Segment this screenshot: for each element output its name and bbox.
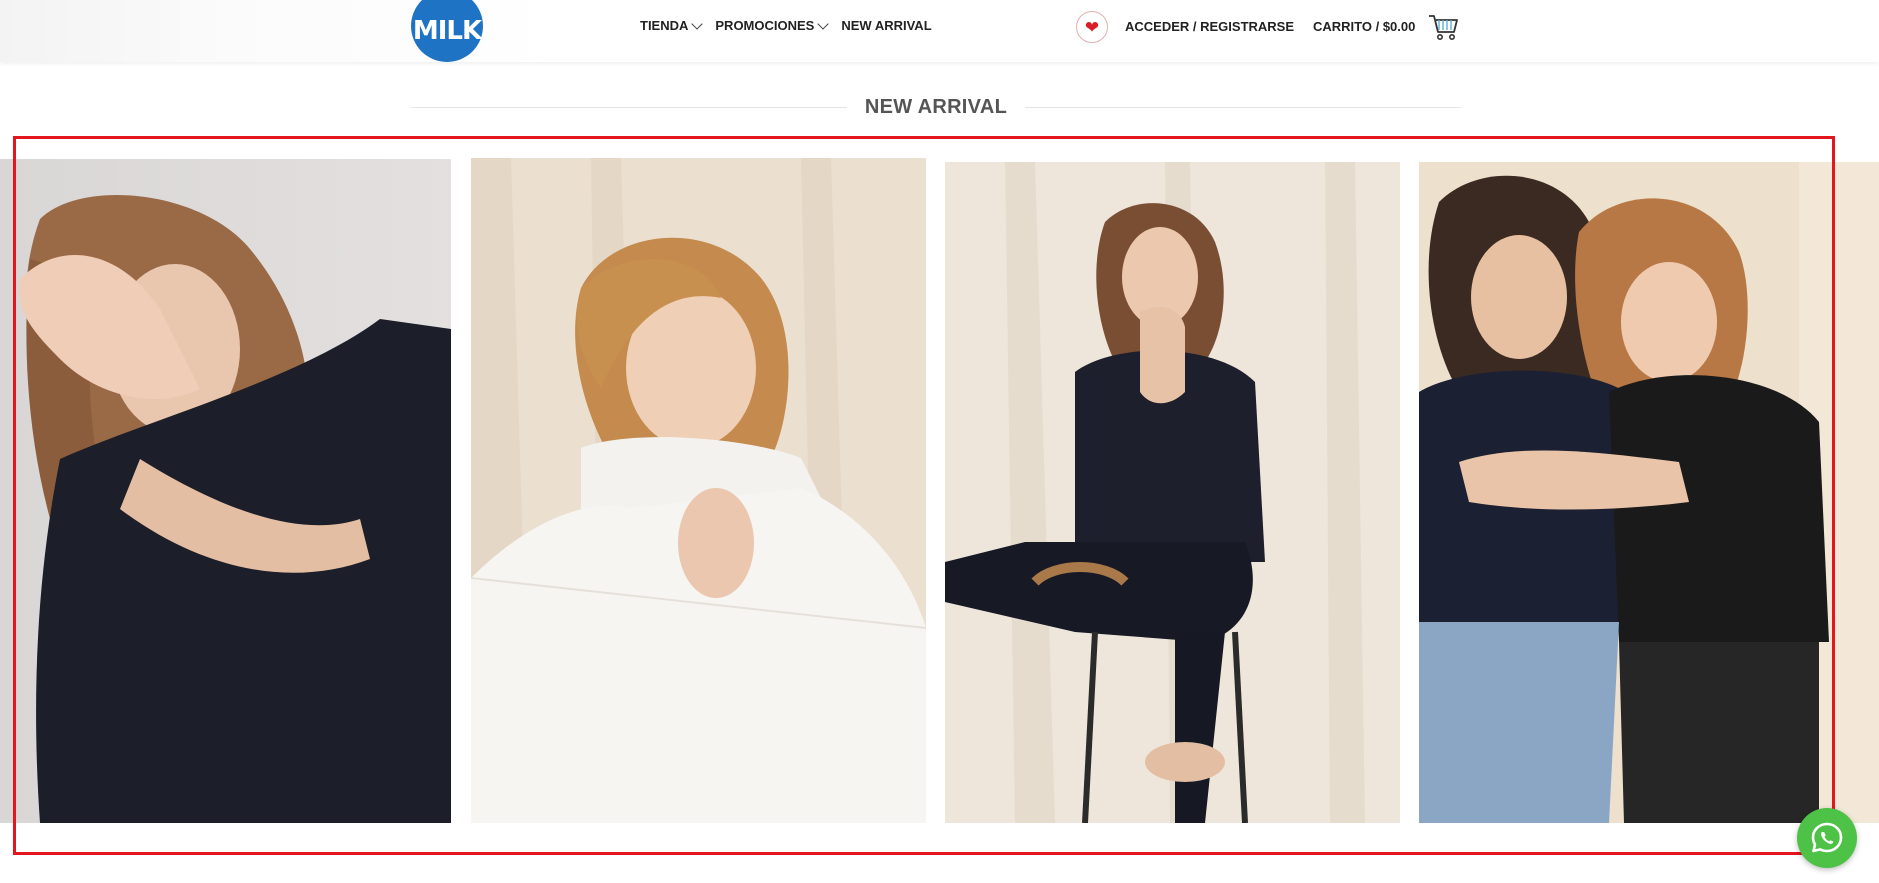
cart-link[interactable]: CARRITO / $0.00 — [1313, 19, 1415, 34]
whatsapp-button[interactable] — [1797, 808, 1857, 868]
nav-item-promociones[interactable]: PROMOCIONES — [715, 18, 830, 33]
gallery-photo-1 — [0, 159, 451, 823]
nav-label: TIENDA — [640, 18, 689, 33]
section-title: NEW ARRIVAL — [846, 96, 1026, 118]
wishlist-button[interactable]: ❤ — [1076, 11, 1108, 43]
gallery-photo-3 — [945, 162, 1400, 823]
gallery-item-3[interactable] — [945, 162, 1400, 823]
milk-logo[interactable]: MILK — [411, 0, 483, 62]
main-nav: TIENDA PROMOCIONES NEW ARRIVAL — [640, 18, 932, 33]
nav-label: PROMOCIONES — [715, 18, 815, 33]
nav-item-tienda[interactable]: TIENDA — [640, 18, 704, 33]
gallery-item-2[interactable] — [471, 158, 926, 823]
gallery-photo-2 — [471, 158, 926, 823]
gallery-item-4[interactable] — [1419, 162, 1879, 823]
whatsapp-icon — [1811, 822, 1843, 853]
account-link[interactable]: ACCEDER / REGISTRARSE — [1125, 19, 1294, 34]
shopping-cart-icon[interactable] — [1428, 12, 1460, 42]
product-gallery — [0, 158, 1879, 823]
gallery-item-1[interactable] — [0, 159, 451, 823]
nav-label: NEW ARRIVAL — [841, 18, 932, 33]
section-heading: NEW ARRIVAL — [411, 93, 1461, 123]
nav-item-new-arrival[interactable]: NEW ARRIVAL — [841, 18, 931, 33]
gallery-photo-4 — [1419, 162, 1879, 823]
logo-text: MILK — [412, 16, 482, 46]
heart-icon: ❤ — [1084, 17, 1100, 37]
site-header: MILK TIENDA PROMOCIONES NEW ARRIVAL ❤ AC… — [0, 0, 1879, 62]
chevron-down-icon — [691, 18, 704, 30]
chevron-down-icon — [817, 18, 830, 30]
